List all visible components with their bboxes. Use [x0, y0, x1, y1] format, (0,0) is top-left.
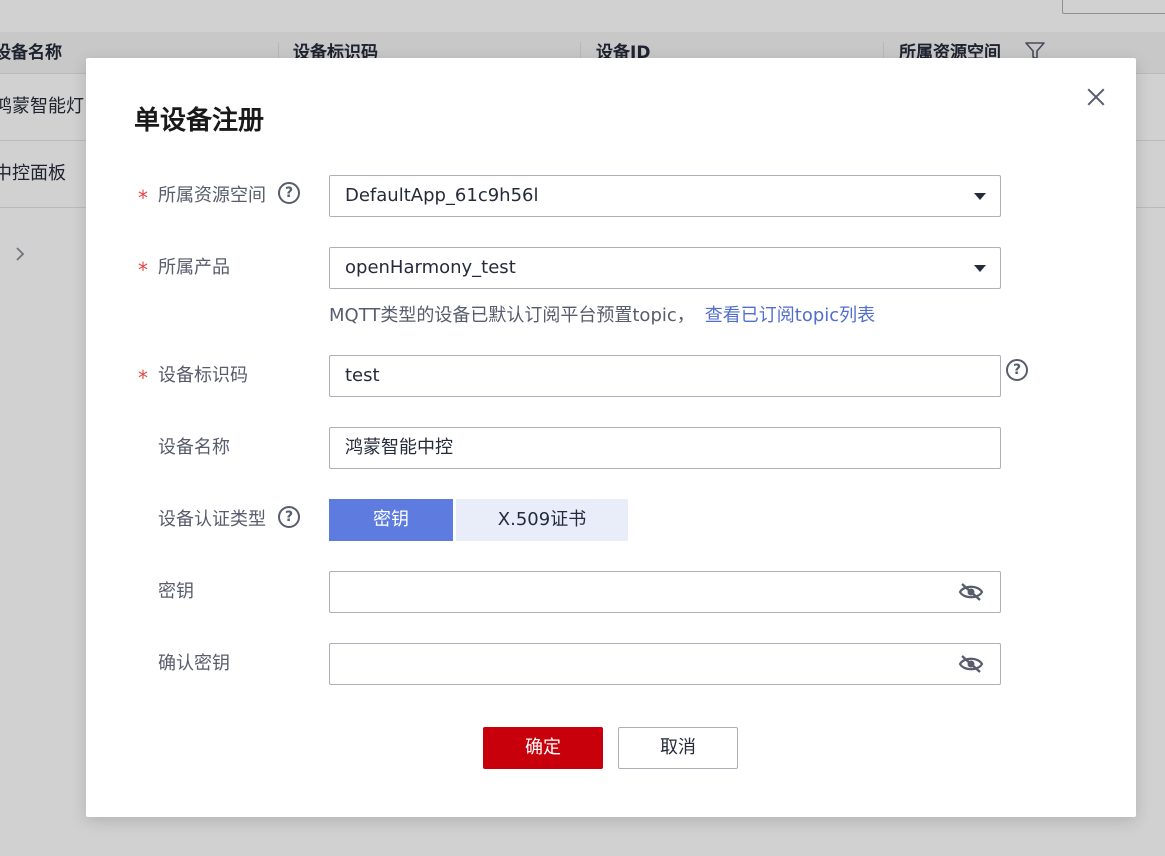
help-icon[interactable]: ? — [278, 182, 300, 204]
caret-down-icon — [974, 193, 986, 200]
secret-row: 密钥 — [86, 571, 1136, 613]
identifier-value: test — [345, 365, 380, 386]
product-select[interactable]: openHarmony_test — [329, 247, 1001, 289]
identifier-input[interactable]: test — [329, 355, 1001, 397]
auth-type-secret-option[interactable]: 密钥 — [329, 499, 453, 541]
confirm-button[interactable]: 确定 — [483, 727, 603, 769]
product-label: 所属产品 — [158, 257, 230, 278]
device-name-label: 设备名称 — [158, 437, 230, 458]
caret-down-icon — [974, 265, 986, 272]
required-asterisk: * — [138, 186, 148, 210]
topic-list-link[interactable]: 查看已订阅topic列表 — [705, 305, 875, 326]
dialog-title: 单设备注册 — [134, 106, 265, 136]
topic-hint: MQTT类型的设备已默认订阅平台预置topic， 查看已订阅topic列表 — [329, 301, 875, 327]
resource-space-value: DefaultApp_61c9h56l — [345, 185, 539, 206]
resource-space-select[interactable]: DefaultApp_61c9h56l — [329, 175, 1001, 217]
help-icon[interactable]: ? — [278, 506, 300, 528]
help-icon[interactable]: ? — [1006, 359, 1028, 381]
eye-off-icon[interactable] — [958, 582, 984, 602]
auth-type-x509-option[interactable]: X.509证书 — [456, 499, 628, 541]
eye-off-icon[interactable] — [958, 654, 984, 674]
topic-hint-text: MQTT类型的设备已默认订阅平台预置topic， — [329, 305, 695, 326]
secret-label: 密钥 — [158, 581, 194, 602]
device-name-row: 设备名称 鸿蒙智能中控 — [86, 427, 1136, 469]
resource-space-row: * 所属资源空间 ? DefaultApp_61c9h56l — [86, 175, 1136, 217]
product-value: openHarmony_test — [345, 257, 516, 278]
confirm-secret-input[interactable] — [329, 643, 1001, 685]
device-name-input[interactable]: 鸿蒙智能中控 — [329, 427, 1001, 469]
auth-type-row: 设备认证类型 ? 密钥 X.509证书 — [86, 499, 1136, 541]
identifier-label: 设备标识码 — [158, 365, 248, 386]
identifier-row: * 设备标识码 test ? — [86, 355, 1136, 397]
device-name-value: 鸿蒙智能中控 — [345, 437, 453, 458]
close-icon[interactable] — [1084, 85, 1108, 109]
required-asterisk: * — [138, 366, 148, 390]
confirm-secret-label: 确认密钥 — [158, 653, 230, 674]
register-device-dialog: 单设备注册 * 所属资源空间 ? DefaultApp_61c9h56l * 所… — [86, 58, 1136, 817]
required-asterisk: * — [138, 258, 148, 282]
secret-input[interactable] — [329, 571, 1001, 613]
confirm-secret-row: 确认密钥 — [86, 643, 1136, 685]
resource-space-label: 所属资源空间 — [158, 185, 266, 206]
cancel-button[interactable]: 取消 — [618, 727, 738, 769]
product-row: * 所属产品 openHarmony_test — [86, 247, 1136, 289]
auth-type-label: 设备认证类型 — [158, 509, 266, 530]
